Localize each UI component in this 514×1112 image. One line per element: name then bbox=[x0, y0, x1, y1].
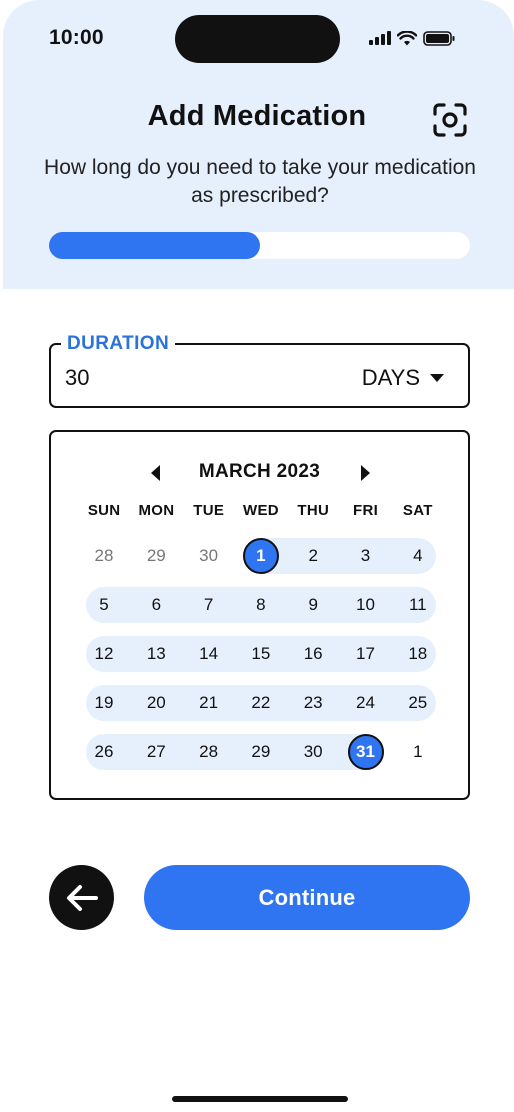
calendar-day[interactable]: 13 bbox=[138, 636, 174, 672]
calendar-day[interactable]: 17 bbox=[348, 636, 384, 672]
duration-field[interactable]: DURATION 30 DAYS bbox=[49, 333, 470, 408]
status-icons bbox=[369, 28, 455, 48]
calendar-day[interactable]: 29 bbox=[138, 538, 174, 574]
battery-icon bbox=[423, 30, 455, 46]
back-button[interactable] bbox=[49, 865, 114, 930]
calendar-day[interactable]: 21 bbox=[191, 685, 227, 721]
calendar-day[interactable]: 30 bbox=[191, 538, 227, 574]
calendar-day[interactable]: 4 bbox=[400, 538, 436, 574]
calendar-day[interactable]: 7 bbox=[191, 587, 227, 623]
duration-label: DURATION bbox=[61, 333, 176, 355]
calendar-day[interactable]: 28 bbox=[86, 538, 122, 574]
calendar-day[interactable]: 6 bbox=[138, 587, 174, 623]
duration-value-input[interactable]: 30 bbox=[65, 365, 89, 391]
wifi-icon bbox=[397, 30, 417, 45]
weekday-label: MON bbox=[138, 502, 175, 519]
home-indicator bbox=[172, 1096, 348, 1102]
calendar-week-row: 26 27 28 29 30 31 1 bbox=[86, 734, 442, 770]
calendar-day[interactable]: 1 bbox=[400, 734, 436, 770]
chevron-right-icon bbox=[361, 465, 370, 481]
calendar-day[interactable]: 12 bbox=[86, 636, 122, 672]
duration-unit-label: DAYS bbox=[361, 365, 420, 390]
status-time: 10:00 bbox=[49, 26, 104, 49]
calendar-day[interactable]: 2 bbox=[295, 538, 331, 574]
weekday-header: SUN MON TUE WED THU FRI SAT bbox=[78, 502, 444, 519]
progress-fill bbox=[49, 232, 260, 259]
calendar-day-selected[interactable]: 1 bbox=[242, 538, 279, 574]
weekday-label: TUE bbox=[193, 502, 225, 519]
next-month-button[interactable] bbox=[357, 463, 373, 483]
calendar-day[interactable]: 14 bbox=[191, 636, 227, 672]
calendar-day[interactable]: 28 bbox=[191, 734, 227, 770]
calendar-day[interactable]: 19 bbox=[86, 685, 122, 721]
dynamic-island bbox=[175, 15, 340, 63]
calendar-day[interactable]: 5 bbox=[86, 587, 122, 623]
month-navigation: MARCH 2023 bbox=[51, 460, 468, 486]
weekday-label: WED bbox=[243, 502, 279, 519]
calendar-day[interactable]: 23 bbox=[295, 685, 331, 721]
calendar-day[interactable]: 29 bbox=[243, 734, 279, 770]
weekday-label: SUN bbox=[87, 502, 121, 519]
calendar-day[interactable]: 30 bbox=[295, 734, 331, 770]
calendar-day[interactable]: 10 bbox=[348, 587, 384, 623]
calendar-day[interactable]: 11 bbox=[400, 587, 436, 623]
continue-button[interactable]: Continue bbox=[144, 865, 470, 930]
calendar-day[interactable]: 24 bbox=[348, 685, 384, 721]
calendar-day[interactable]: 15 bbox=[243, 636, 279, 672]
page-subtitle: How long do you need to take your medica… bbox=[44, 156, 476, 207]
calendar-week-row: 12 13 14 15 16 17 18 bbox=[86, 636, 442, 672]
scan-button[interactable] bbox=[431, 101, 469, 139]
calendar-day-selected[interactable]: 31 bbox=[347, 734, 384, 770]
calendar-week-row: 5 6 7 8 9 10 11 bbox=[86, 587, 442, 623]
scan-icon bbox=[433, 103, 467, 137]
calendar-day[interactable]: 18 bbox=[400, 636, 436, 672]
calendar-day[interactable]: 25 bbox=[400, 685, 436, 721]
calendar-day[interactable]: 27 bbox=[138, 734, 174, 770]
calendar: MARCH 2023 SUN MON TUE WED THU FRI SAT 2… bbox=[49, 430, 470, 800]
calendar-day[interactable]: 16 bbox=[295, 636, 331, 672]
calendar-week-row: 19 20 21 22 23 24 25 bbox=[86, 685, 442, 721]
duration-unit-select[interactable]: DAYS bbox=[362, 365, 444, 391]
arrow-left-icon bbox=[66, 884, 98, 911]
calendar-week-row: 28 29 30 1 2 3 4 bbox=[86, 538, 442, 574]
calendar-day[interactable]: 20 bbox=[138, 685, 174, 721]
weekday-label: FRI bbox=[353, 502, 379, 519]
weekday-label: SAT bbox=[402, 502, 433, 519]
calendar-day[interactable]: 3 bbox=[348, 538, 384, 574]
date-range-band bbox=[86, 734, 384, 770]
calendar-day[interactable]: 22 bbox=[243, 685, 279, 721]
caret-down-icon bbox=[430, 373, 444, 382]
calendar-day[interactable]: 8 bbox=[243, 587, 279, 623]
phone-screen: 10:00 Add Medication How long do you nee… bbox=[0, 0, 514, 1112]
calendar-day[interactable]: 9 bbox=[295, 587, 331, 623]
weekday-label: THU bbox=[297, 502, 330, 519]
progress-bar bbox=[49, 232, 470, 259]
calendar-day[interactable]: 26 bbox=[86, 734, 122, 770]
month-label: MARCH 2023 bbox=[198, 461, 321, 482]
cellular-signal-icon bbox=[369, 31, 391, 45]
